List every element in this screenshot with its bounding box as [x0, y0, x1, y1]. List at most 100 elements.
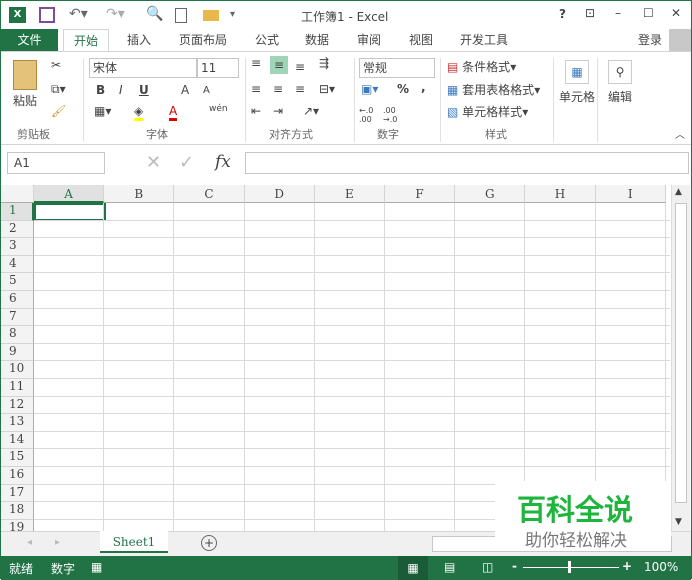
row-header[interactable]: 10: [1, 361, 34, 379]
row-header[interactable]: 18: [1, 502, 34, 520]
column-header[interactable]: G: [455, 185, 526, 203]
save-icon[interactable]: [39, 7, 55, 23]
format-as-table-button[interactable]: ▦ 套用表格格式▾: [447, 81, 540, 98]
row-header[interactable]: 2: [1, 220, 34, 239]
macro-record-icon[interactable]: ▦: [91, 560, 102, 574]
row-header[interactable]: 3: [1, 238, 34, 256]
row-header[interactable]: 4: [1, 255, 34, 274]
paste-icon[interactable]: [13, 60, 37, 90]
scroll-down-icon[interactable]: ▼: [675, 517, 682, 527]
page-break-view-icon[interactable]: ◫: [482, 560, 493, 574]
row-header[interactable]: 7: [1, 308, 34, 327]
merge-center-icon[interactable]: ⊟▾: [319, 82, 335, 96]
zoom-slider[interactable]: [523, 561, 619, 573]
prev-sheet-icon[interactable]: ◂: [27, 537, 32, 548]
zoom-in-button[interactable]: +: [622, 559, 632, 573]
column-header[interactable]: E: [314, 185, 385, 203]
redo-icon[interactable]: ↷▾: [106, 6, 125, 22]
scroll-up-icon[interactable]: ▲: [675, 187, 682, 197]
scroll-thumb[interactable]: [675, 203, 687, 503]
align-left-icon[interactable]: ≡: [251, 82, 261, 96]
new-sheet-icon[interactable]: +: [201, 535, 217, 551]
row-header[interactable]: 19: [1, 519, 34, 531]
cell-styles-button[interactable]: ▧ 单元格样式▾: [447, 103, 528, 120]
help-button[interactable]: ?: [559, 7, 566, 21]
borders-icon[interactable]: ▦▾: [94, 104, 111, 118]
decrease-decimal-button[interactable]: .00 →.0: [383, 106, 401, 124]
formula-input[interactable]: [245, 152, 689, 174]
align-right-icon[interactable]: ≡: [295, 82, 305, 96]
zoom-level[interactable]: 100%: [644, 560, 678, 574]
font-color-button[interactable]: A: [169, 104, 178, 121]
percent-button[interactable]: %: [397, 82, 409, 96]
normal-view-icon[interactable]: ▦: [398, 556, 428, 580]
row-header[interactable]: 12: [1, 396, 34, 415]
sign-in-link[interactable]: 登录: [635, 29, 665, 51]
open-folder-icon[interactable]: [203, 10, 219, 21]
select-all-corner[interactable]: [1, 185, 34, 203]
row-header[interactable]: 15: [1, 449, 34, 467]
column-header[interactable]: D: [244, 185, 315, 203]
grow-font-button[interactable]: A: [181, 83, 189, 97]
row-header[interactable]: 9: [1, 343, 34, 362]
active-cell-a1[interactable]: [34, 203, 106, 221]
avatar[interactable]: [669, 29, 691, 51]
font-size-select[interactable]: 11: [197, 58, 239, 78]
row-header[interactable]: 8: [1, 326, 34, 344]
vertical-scrollbar[interactable]: ▲ ▼: [671, 185, 690, 531]
number-format-select[interactable]: 常规: [359, 58, 435, 78]
decrease-indent-icon[interactable]: ⇤: [251, 104, 261, 118]
sheet-tab[interactable]: Sheet1: [100, 531, 168, 553]
column-header[interactable]: B: [104, 185, 175, 203]
minimize-button[interactable]: –: [615, 6, 621, 20]
align-center-icon[interactable]: ≡: [273, 82, 283, 96]
row-header[interactable]: 16: [1, 467, 34, 485]
orientation-icon[interactable]: ↗▾: [303, 104, 319, 118]
cut-icon[interactable]: ✂: [51, 58, 61, 72]
column-header[interactable]: I: [595, 185, 666, 203]
wrap-text-icon[interactable]: ⇶: [319, 56, 329, 70]
page-layout-view-icon[interactable]: ▤: [444, 560, 455, 574]
tab-home[interactable]: 开始: [63, 29, 109, 51]
column-header[interactable]: H: [525, 185, 596, 203]
zoom-slider-thumb[interactable]: [568, 561, 571, 573]
row-header[interactable]: 6: [1, 291, 34, 309]
increase-decimal-button[interactable]: ←.0 .00: [359, 106, 377, 124]
cells-icon[interactable]: ▦: [565, 60, 589, 84]
tab-insert[interactable]: 插入: [121, 29, 157, 51]
underline-button[interactable]: U: [139, 83, 149, 97]
shrink-font-button[interactable]: A: [203, 85, 210, 96]
insert-function-button[interactable]: fx: [215, 152, 231, 172]
align-bottom-icon[interactable]: ≡: [295, 60, 305, 74]
tab-formulas[interactable]: 公式: [249, 29, 285, 51]
tab-data[interactable]: 数据: [299, 29, 335, 51]
copy-icon[interactable]: ⧉▾: [51, 82, 66, 97]
format-painter-icon[interactable]: 🖌: [51, 104, 66, 118]
paste-button[interactable]: 粘贴: [13, 92, 37, 109]
row-header[interactable]: 13: [1, 414, 34, 432]
conditional-format-button[interactable]: ▤ 条件格式▾: [447, 58, 516, 75]
cells-button[interactable]: 单元格: [559, 88, 595, 105]
font-name-select[interactable]: 宋体: [89, 58, 197, 78]
ribbon-display-button[interactable]: ⊡: [585, 6, 595, 20]
row-header[interactable]: 17: [1, 484, 34, 503]
column-header[interactable]: C: [174, 185, 245, 203]
row-header[interactable]: 14: [1, 431, 34, 450]
column-header[interactable]: F: [385, 185, 456, 203]
customize-qat-icon[interactable]: ▾: [230, 9, 235, 20]
new-document-icon[interactable]: [175, 8, 187, 23]
align-middle-icon[interactable]: ≡: [270, 56, 289, 74]
collapse-ribbon-icon[interactable]: ︿: [675, 126, 685, 141]
worksheet-grid[interactable]: ABCDEFGHI 1 2 3 4 5 6 7 8 9 10 11 12 13 14 15 16 17 18 19: [1, 185, 670, 531]
phonetic-button[interactable]: wén: [209, 104, 228, 114]
comma-button[interactable]: ,: [421, 80, 426, 94]
bold-button[interactable]: B: [96, 83, 105, 97]
tab-file[interactable]: 文件: [1, 29, 58, 51]
name-box[interactable]: A1: [7, 152, 105, 174]
enter-button[interactable]: ✓: [179, 152, 194, 173]
column-header[interactable]: A: [34, 185, 105, 203]
zoom-out-button[interactable]: -: [512, 559, 517, 573]
tab-page-layout[interactable]: 页面布局: [173, 29, 233, 51]
accounting-format-icon[interactable]: ▣▾: [361, 82, 378, 96]
increase-indent-icon[interactable]: ⇥: [273, 104, 283, 118]
